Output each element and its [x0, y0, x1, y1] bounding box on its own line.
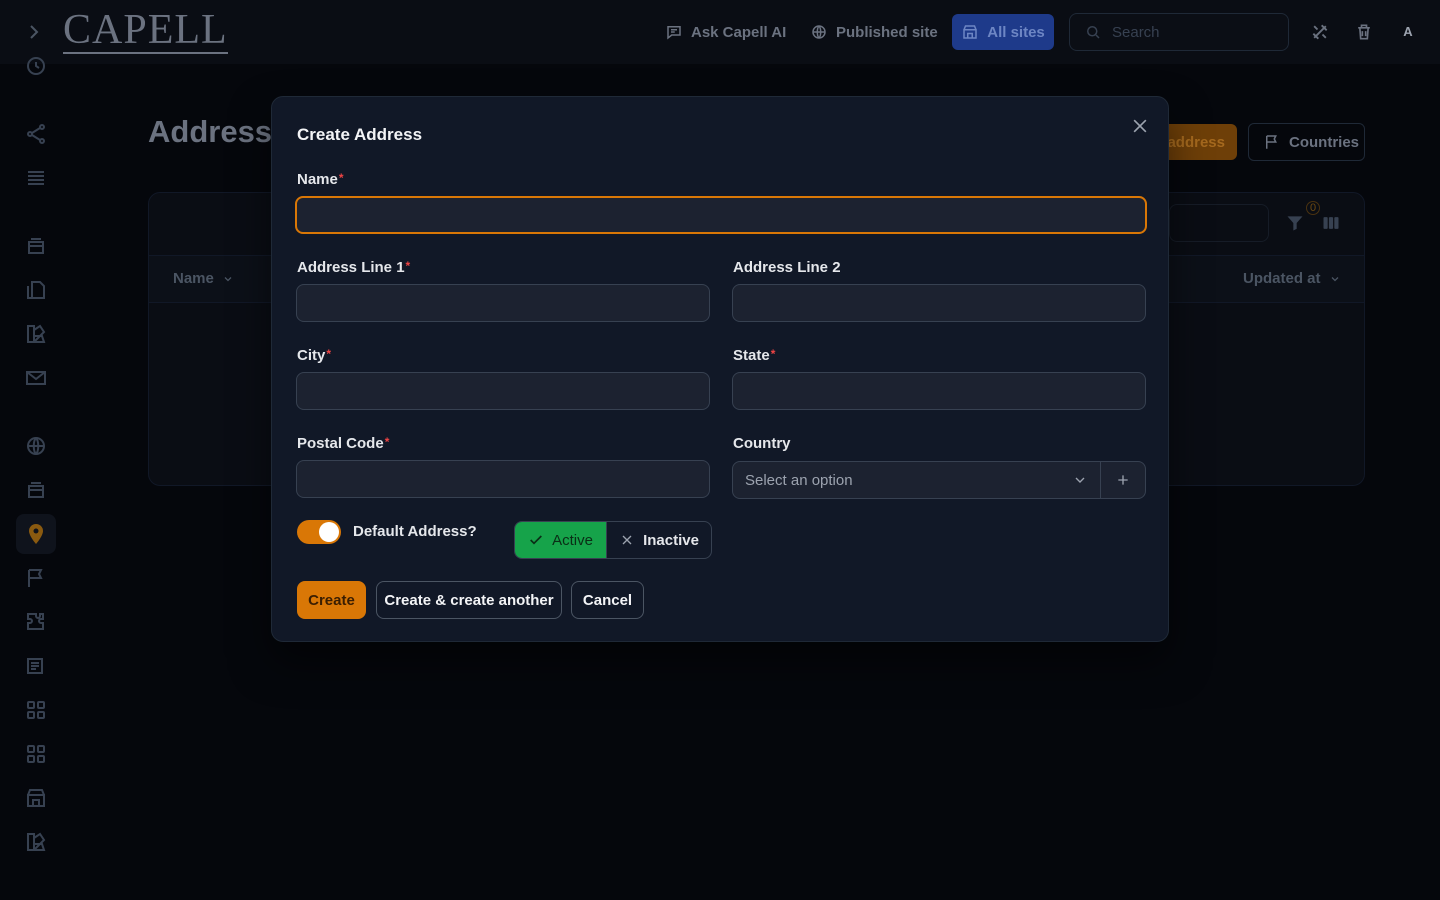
filter-count-badge: 0 — [1306, 201, 1321, 215]
plus-icon — [1118, 475, 1128, 485]
status-active-label: Active — [552, 531, 593, 549]
all-sites-label: All sites — [987, 23, 1045, 41]
table-search[interactable] — [1169, 204, 1269, 242]
grid-icon[interactable] — [24, 742, 48, 766]
create-button[interactable]: Create — [297, 581, 366, 619]
status-inactive-label: Inactive — [643, 531, 699, 549]
name-input[interactable] — [295, 196, 1147, 234]
add-country-button[interactable] — [1100, 462, 1145, 498]
tools-icon[interactable] — [1310, 22, 1330, 42]
city-label: City* — [297, 347, 332, 364]
column-updated-label: Updated at — [1243, 270, 1321, 287]
default-address-label: Default Address? — [353, 523, 477, 540]
swatch-icon[interactable] — [24, 830, 48, 854]
archive-icon[interactable] — [24, 478, 48, 502]
address-line-2-input[interactable] — [732, 284, 1146, 322]
status-toggle-group: Active Inactive — [514, 521, 712, 559]
documents-icon[interactable] — [24, 278, 48, 302]
globe-icon[interactable] — [24, 434, 48, 458]
close-icon[interactable] — [1130, 116, 1150, 136]
status-inactive-button[interactable]: Inactive — [607, 522, 711, 558]
country-placeholder: Select an option — [745, 471, 853, 489]
cancel-button[interactable]: Cancel — [571, 581, 644, 619]
flag-icon — [1266, 135, 1277, 149]
sidebar — [0, 57, 72, 900]
country-label: Country — [733, 435, 791, 452]
name-label: Name* — [297, 171, 344, 188]
chevron-down-icon — [1075, 477, 1085, 483]
chevron-down-icon — [1331, 276, 1338, 281]
map-pin-icon[interactable] — [16, 514, 56, 554]
create-address-modal: Create Address Name* Address Line 1* Add… — [271, 96, 1169, 642]
postal-code-label: Postal Code* — [297, 435, 390, 452]
published-site-link[interactable]: Published site — [810, 20, 938, 44]
logo[interactable]: CAPELL — [63, 8, 228, 54]
ask-ai-label: Ask Capell AI — [691, 23, 787, 41]
state-label: State* — [733, 347, 776, 364]
country-select[interactable]: Select an option — [732, 461, 1146, 499]
new-address-label: address — [1167, 133, 1225, 151]
puzzle-icon[interactable] — [24, 610, 48, 634]
create-another-button[interactable]: Create & create another — [376, 581, 562, 619]
postal-code-input[interactable] — [296, 460, 710, 498]
address-line-1-input[interactable] — [296, 284, 710, 322]
search-placeholder: Search — [1112, 23, 1160, 41]
city-input[interactable] — [296, 372, 710, 410]
mail-icon[interactable] — [24, 366, 48, 390]
status-active-button[interactable]: Active — [515, 522, 607, 558]
flag-icon[interactable] — [24, 566, 48, 590]
swatch-icon[interactable] — [24, 322, 48, 346]
trash-icon[interactable] — [1354, 22, 1374, 42]
share-icon[interactable] — [24, 122, 48, 146]
published-site-label: Published site — [836, 23, 938, 41]
archive-icon[interactable] — [24, 234, 48, 258]
countries-button[interactable]: Countries — [1248, 123, 1365, 161]
clock-icon[interactable] — [24, 54, 48, 78]
columns-icon[interactable] — [1321, 213, 1341, 233]
newspaper-icon[interactable] — [24, 654, 48, 678]
close-icon — [622, 535, 632, 545]
search-icon — [1087, 26, 1100, 39]
toggle-knob — [319, 522, 339, 542]
chevron-down-icon — [224, 276, 232, 281]
ask-ai-link[interactable]: Ask Capell AI — [665, 20, 786, 44]
filter-icon[interactable] — [1285, 213, 1305, 233]
column-name-label: Name — [173, 270, 214, 287]
topbar: CAPELL Ask Capell AI Published site All … — [0, 0, 1440, 64]
address-line-1-label: Address Line 1* — [297, 259, 411, 276]
avatar[interactable]: A — [1398, 22, 1418, 42]
state-input[interactable] — [732, 372, 1146, 410]
check-icon — [530, 535, 542, 545]
all-sites-button[interactable]: All sites — [952, 14, 1054, 50]
global-search[interactable]: Search — [1069, 13, 1289, 51]
store-icon[interactable] — [24, 786, 48, 810]
store-icon — [963, 25, 977, 39]
default-address-toggle[interactable] — [297, 520, 341, 544]
countries-label: Countries — [1289, 133, 1360, 151]
column-name[interactable]: Name — [173, 270, 234, 287]
address-line-2-label: Address Line 2 — [733, 259, 841, 276]
chat-icon — [667, 26, 681, 40]
chevron-right-icon[interactable] — [22, 20, 46, 44]
globe-icon — [812, 25, 826, 39]
modal-title: Create Address — [297, 125, 423, 144]
column-updated-at[interactable]: Updated at — [1243, 270, 1341, 287]
grid-icon[interactable] — [24, 698, 48, 722]
list-icon[interactable] — [24, 166, 48, 190]
